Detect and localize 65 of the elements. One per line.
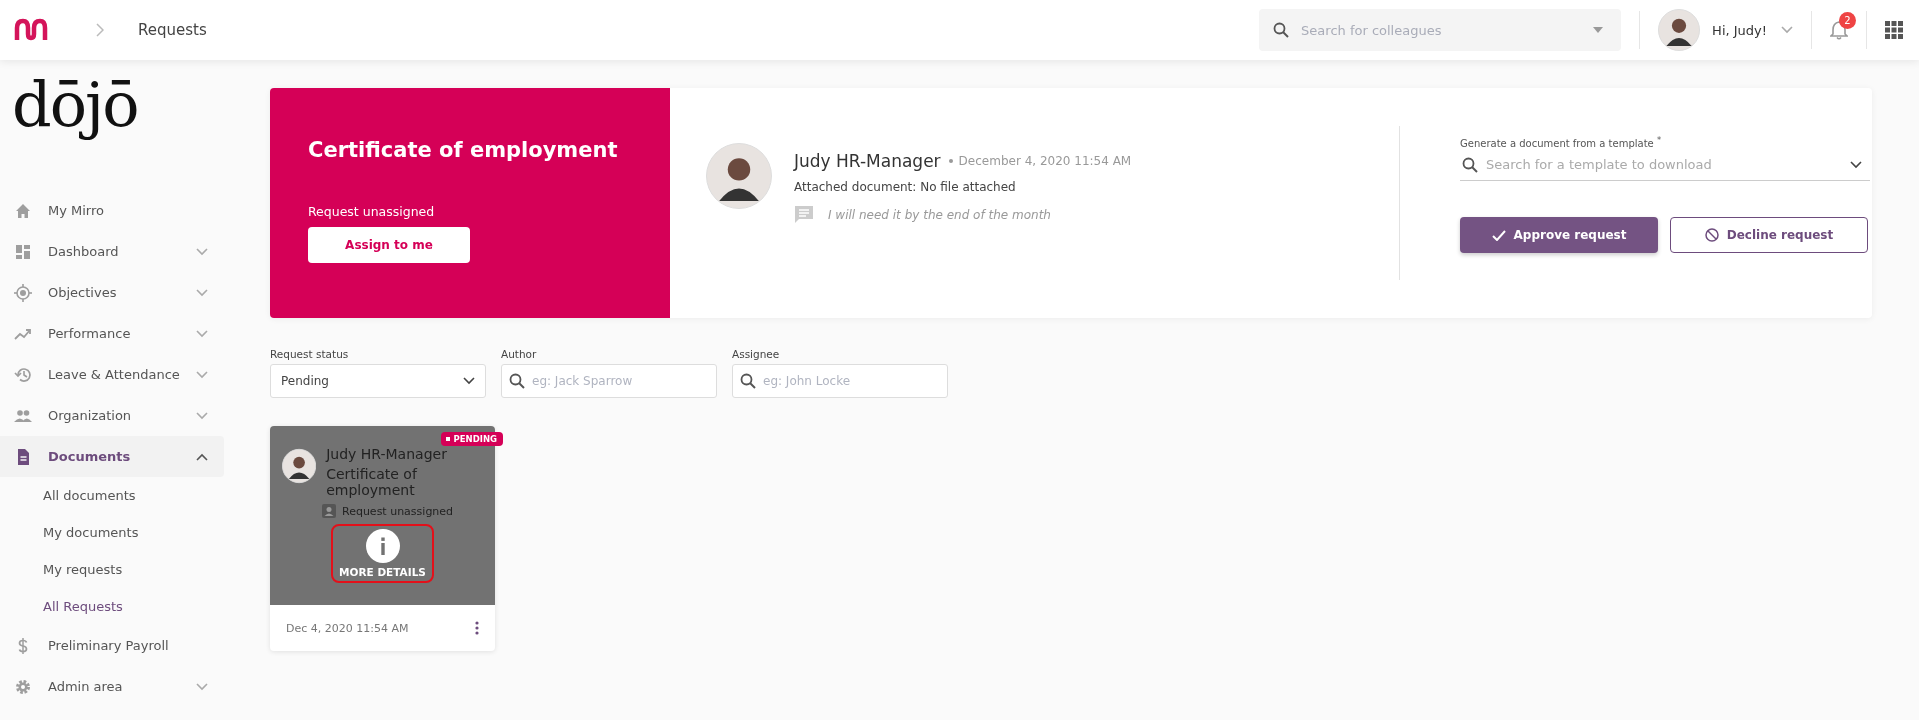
prohibited-icon bbox=[1704, 228, 1719, 243]
template-label: Generate a document from a template $^{*}$ bbox=[1460, 135, 1663, 150]
decline-button[interactable]: Decline request bbox=[1670, 217, 1868, 254]
more-details-button[interactable]: MORE DETAILS bbox=[331, 524, 434, 584]
search-icon bbox=[1273, 22, 1290, 38]
more-options-icon bbox=[475, 621, 479, 635]
search-field[interactable]: eg: Jack Sparrow bbox=[501, 364, 717, 398]
notification-count: 2 bbox=[1839, 12, 1856, 29]
chevron-down-icon bbox=[1781, 26, 1793, 34]
assign-button[interactable]: Assign to me bbox=[308, 227, 470, 263]
user-greeting[interactable]: Hi, Judy! bbox=[1712, 22, 1767, 38]
search-icon bbox=[1462, 157, 1478, 174]
logo-icon bbox=[14, 18, 48, 42]
sidebar-item[interactable]: My Mirro bbox=[0, 190, 224, 231]
card-author: Judy HR-Manager bbox=[326, 446, 448, 462]
request-title: Certificate of employment bbox=[308, 138, 618, 162]
badge-icon bbox=[322, 504, 336, 519]
avatar-icon bbox=[1658, 9, 1701, 51]
colleague-search-field[interactable]: Search for colleagues bbox=[1259, 9, 1622, 51]
chevron-down-icon bbox=[1850, 161, 1862, 170]
filter-label: Author bbox=[501, 348, 538, 360]
sidebar-item[interactable]: Documents bbox=[0, 436, 224, 477]
search-icon bbox=[509, 373, 525, 389]
chevron-down-icon bbox=[463, 377, 475, 385]
home-icon bbox=[14, 201, 32, 220]
sidebar-subitem[interactable]: All documents bbox=[0, 477, 224, 514]
history-icon bbox=[14, 365, 32, 384]
sidebar-item[interactable]: Performance bbox=[0, 313, 224, 354]
app-grid-icon bbox=[1885, 21, 1903, 39]
template-search-field[interactable]: Search for a template to download bbox=[1460, 149, 1870, 182]
sidebar-subitem[interactable]: My documents bbox=[0, 514, 224, 551]
card-title: Certificate of employment bbox=[326, 466, 419, 499]
sidebar-item[interactable]: Preliminary Payroll bbox=[0, 625, 224, 666]
comment-icon bbox=[794, 205, 814, 225]
assignment-status: Request unassigned bbox=[308, 204, 435, 219]
sidebar-item[interactable]: Objectives bbox=[0, 272, 224, 313]
request-date: December 4, 2020 11:54 AM bbox=[958, 154, 1132, 168]
sidebar-item[interactable]: Organization bbox=[0, 395, 224, 436]
info-icon bbox=[365, 529, 400, 564]
avatar-icon bbox=[282, 446, 317, 486]
caret-icon bbox=[1593, 27, 1604, 33]
target-icon bbox=[14, 283, 32, 302]
page-title: Requests bbox=[138, 21, 207, 39]
sidebar-subitem[interactable]: My requests bbox=[0, 551, 224, 588]
sidebar-item[interactable]: Dashboard bbox=[0, 231, 224, 272]
sidebar-item[interactable]: Admin area bbox=[0, 666, 224, 707]
attachment-info: Attached document: No file attached bbox=[794, 180, 1017, 194]
status-badge: PENDING bbox=[440, 432, 503, 446]
sidebar-item[interactable]: Leave & Attendance bbox=[0, 354, 224, 395]
settings-icon bbox=[14, 677, 32, 696]
card-assignment: Request unassigned bbox=[342, 504, 454, 518]
search-field[interactable]: eg: John Locke bbox=[732, 364, 948, 398]
filter-label: Request status bbox=[270, 348, 350, 360]
author-name: Judy HR-Manager bbox=[794, 151, 941, 171]
card-date: Dec 4, 2020 11:54 AM bbox=[286, 621, 409, 635]
dashboard-icon bbox=[14, 242, 32, 261]
avatar-icon bbox=[706, 143, 772, 209]
chevron-right-icon bbox=[96, 23, 104, 37]
filter-label: Assignee bbox=[732, 348, 781, 360]
sidebar-subitem[interactable]: All Requests bbox=[0, 588, 224, 625]
status-dropdown[interactable]: Pending bbox=[270, 364, 486, 398]
check-icon bbox=[1491, 229, 1506, 241]
approve-button[interactable]: Approve request bbox=[1460, 217, 1658, 254]
search-icon bbox=[740, 373, 756, 389]
request-comment: I will need it by the end of the month bbox=[828, 208, 1051, 222]
